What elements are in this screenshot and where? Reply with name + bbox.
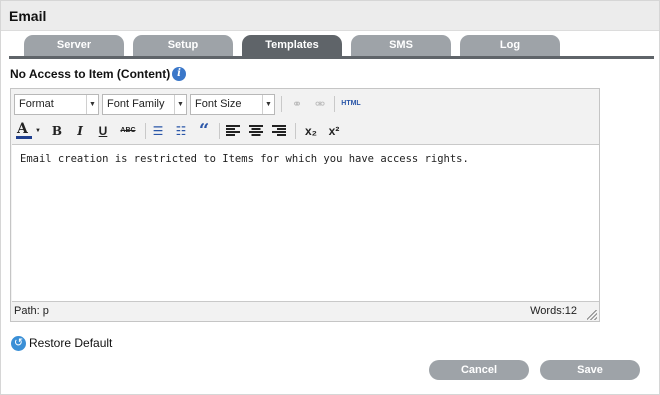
italic-button[interactable]: I [70, 121, 90, 141]
html-source-button[interactable]: HTML [340, 94, 362, 114]
toolbar-divider [219, 123, 220, 139]
font-size-select[interactable]: Font Size ▼ [190, 94, 275, 115]
blockquote-icon[interactable]: “ [194, 121, 214, 141]
editor-status-bar: Path: p Words:12 [12, 303, 599, 321]
align-center-icon[interactable] [246, 121, 266, 141]
align-right-glyph [272, 125, 286, 136]
toolbar-divider [295, 123, 296, 139]
font-family-select[interactable]: Font Family ▼ [102, 94, 187, 115]
strikethrough-button[interactable]: ABC [116, 121, 140, 141]
format-select-value: Format [19, 98, 54, 110]
restore-icon: ↺ [11, 336, 26, 351]
align-left-icon[interactable] [223, 121, 243, 141]
font-size-select-value: Font Size [195, 98, 242, 110]
tab-server[interactable]: Server [24, 35, 124, 56]
align-right-icon[interactable] [269, 121, 289, 141]
page-title: Email [9, 8, 47, 24]
toolbar-divider [281, 96, 282, 112]
format-select[interactable]: Format ▼ [14, 94, 99, 115]
email-settings-panel: Email Server Setup Templates SMS Log No … [0, 0, 660, 395]
toolbar-divider [334, 96, 335, 112]
font-color-button[interactable]: A ▼ [15, 121, 43, 141]
section-title: No Access to Item (Content) [10, 67, 171, 81]
tab-sms[interactable]: SMS [351, 35, 451, 56]
save-button[interactable]: Save [540, 360, 640, 380]
chevron-down-icon: ▼ [174, 95, 186, 114]
element-path: Path: p [14, 305, 49, 317]
restore-default-label: Restore Default [29, 336, 113, 350]
cancel-button[interactable]: Cancel [429, 360, 529, 380]
editor-toolbar-row-2: A ▼ B I U ABC ☰ ☷ “ x₂ x² [11, 118, 599, 144]
tab-underline [9, 56, 654, 59]
link-icon[interactable]: ⚭ [287, 94, 307, 114]
align-center-glyph [249, 125, 263, 136]
editor-content-area[interactable]: Email creation is restricted to Items fo… [12, 144, 599, 302]
resize-handle-icon[interactable] [587, 310, 597, 320]
font-color-swatch [16, 136, 32, 139]
word-count: Words:12 [530, 305, 577, 317]
info-icon[interactable]: i [172, 67, 186, 81]
tab-setup[interactable]: Setup [133, 35, 233, 56]
underline-button[interactable]: U [93, 121, 113, 141]
subscript-button[interactable]: x₂ [301, 121, 321, 141]
editor-content-text: Email creation is restricted to Items fo… [20, 153, 469, 165]
align-left-glyph [226, 125, 240, 136]
bold-button[interactable]: B [47, 121, 67, 141]
editor-toolbar-row-1: Format ▼ Font Family ▼ Font Size ▼ ⚭ ⚮ H… [11, 91, 599, 117]
bullet-list-icon[interactable]: ☰ [148, 121, 168, 141]
numbered-list-icon[interactable]: ☷ [171, 121, 191, 141]
toolbar-divider [145, 123, 146, 139]
font-family-select-value: Font Family [107, 98, 165, 110]
chevron-down-icon: ▼ [86, 95, 98, 114]
rich-text-editor: Format ▼ Font Family ▼ Font Size ▼ ⚭ ⚮ H… [10, 88, 600, 322]
chevron-down-icon: ▼ [35, 128, 41, 134]
title-bar: Email [1, 1, 659, 31]
chevron-down-icon: ▼ [262, 95, 274, 114]
tab-templates[interactable]: Templates [242, 35, 342, 56]
superscript-button[interactable]: x² [324, 121, 344, 141]
tab-log[interactable]: Log [460, 35, 560, 56]
unlink-icon[interactable]: ⚮ [310, 94, 330, 114]
